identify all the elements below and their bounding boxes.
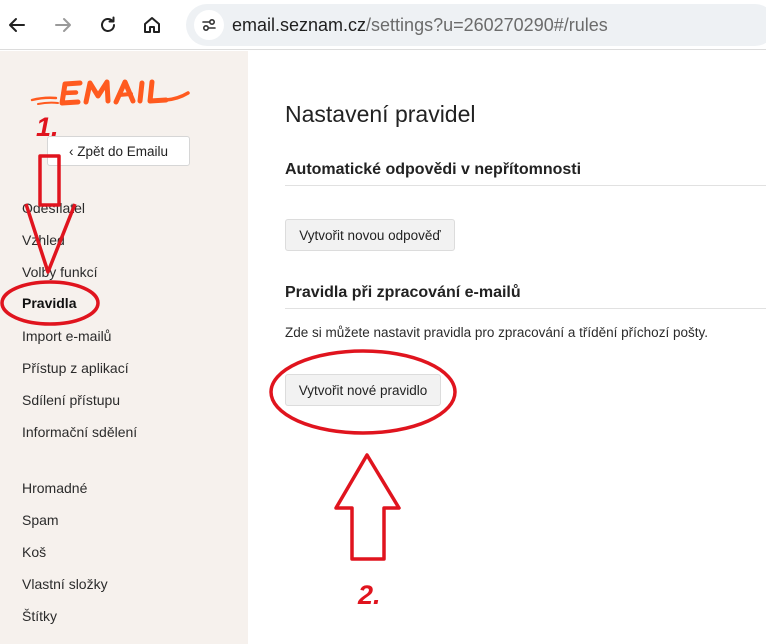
- create-rule-button[interactable]: Vytvořit nové pravidlo: [285, 374, 441, 406]
- sidebar-item-vlastni-slozky[interactable]: Vlastní složky: [22, 576, 108, 592]
- sidebar-item-import-emailu[interactable]: Import e-mailů: [22, 328, 111, 344]
- reload-icon[interactable]: [95, 12, 121, 38]
- rules-section-title: Pravidla při zpracování e-mailů: [285, 284, 521, 301]
- settings-main: Nastavení pravidel Automatické odpovědi …: [248, 51, 766, 644]
- url-text: email.seznam.cz/settings?u=260270290#/ru…: [232, 15, 608, 36]
- site-info-icon[interactable]: [194, 10, 224, 40]
- annotation-step-2: 2.: [358, 580, 381, 610]
- url-host: email.seznam.cz: [232, 15, 367, 35]
- browser-toolbar: email.seznam.cz/settings?u=260270290#/ru…: [0, 0, 766, 50]
- sidebar-item-stitky[interactable]: Štítky: [22, 608, 57, 624]
- sidebar-item-pristup-z-aplikaci[interactable]: Přístup z aplikací: [22, 360, 129, 376]
- back-arrow-icon[interactable]: [4, 12, 30, 38]
- back-to-email-button[interactable]: ‹ Zpět do Emailu: [47, 136, 190, 166]
- sidebar-item-volby-funkci[interactable]: Volby funkcí: [22, 264, 98, 280]
- sidebar-item-pravidla[interactable]: Pravidla: [22, 295, 76, 311]
- autoreply-section-title: Automatické odpovědi v nepřítomnosti: [285, 161, 582, 178]
- create-autoreply-button[interactable]: Vytvořit novou odpověď: [285, 219, 455, 251]
- rules-description: Zde si můžete nastavit pravidla pro zpra…: [285, 325, 708, 340]
- sidebar-item-kos[interactable]: Koš: [22, 544, 46, 560]
- url-path: /settings?u=260270290#/rules: [366, 15, 608, 35]
- sidebar-item-vzhled[interactable]: Vzhled: [22, 232, 65, 248]
- annotation-step-1: 1.: [36, 112, 59, 142]
- rules-divider: [285, 308, 766, 309]
- sidebar-item-sdileni-pristupu[interactable]: Sdílení přístupu: [22, 392, 120, 408]
- sidebar-item-odesilatel[interactable]: Odesílatel: [22, 200, 85, 216]
- home-icon[interactable]: [139, 12, 165, 38]
- sidebar-item-spam[interactable]: Spam: [22, 512, 59, 528]
- forward-arrow-icon[interactable]: [50, 12, 76, 38]
- sidebar-item-informacni-sdeleni[interactable]: Informační sdělení: [22, 424, 137, 440]
- address-bar[interactable]: email.seznam.cz/settings?u=260270290#/ru…: [186, 4, 766, 46]
- sidebar-item-hromadne[interactable]: Hromadné: [22, 480, 87, 496]
- email-logo[interactable]: [30, 71, 190, 111]
- page: email.seznam.cz/settings?u=260270290#/ru…: [0, 0, 766, 644]
- page-title: Nastavení pravidel: [285, 101, 476, 127]
- autoreply-divider: [285, 185, 766, 186]
